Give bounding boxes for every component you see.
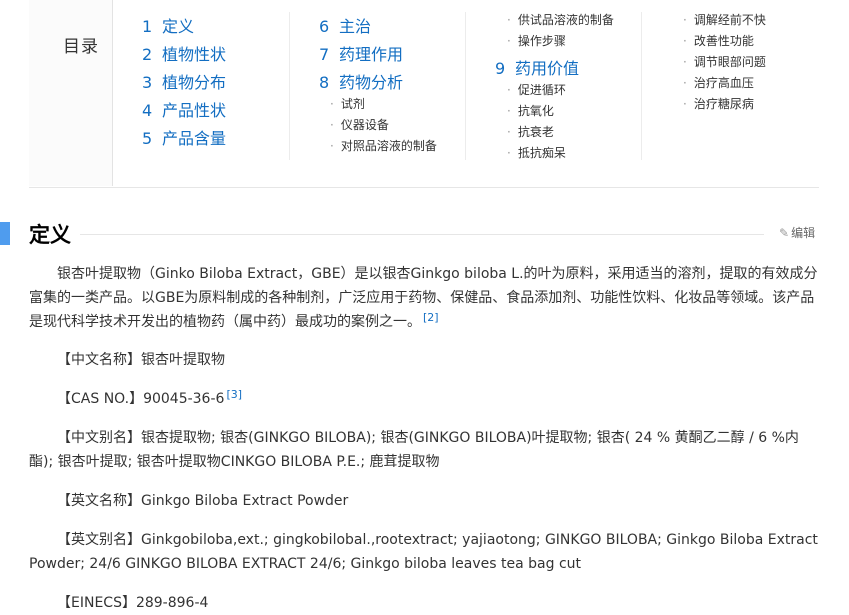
section-accent-bar <box>0 222 10 245</box>
toc-subitem-premenstrual[interactable]: · 调解经前不快 <box>683 12 766 28</box>
toc-item-product-traits[interactable]: 4 产品性状 <box>142 101 226 121</box>
toc-subitem-antioxidant[interactable]: · 抗氧化 <box>507 103 554 119</box>
intro-paragraph: 银杏叶提取物（Ginko Biloba Extract，GBE）是以银杏Gink… <box>29 266 818 330</box>
toc-subitem-anti-dementia[interactable]: · 抵抗痴呆 <box>507 145 566 161</box>
toc-item-indications[interactable]: 6 主治 <box>319 17 371 37</box>
pencil-icon: ✎ <box>779 226 790 240</box>
toc-item-definition[interactable]: 1 定义 <box>142 17 194 37</box>
toc-title: 目录 <box>63 37 99 57</box>
toc-subitem-reagents[interactable]: · 试剂 <box>330 96 365 112</box>
toc-subitem-procedure[interactable]: · 操作步骤 <box>507 33 566 49</box>
chinese-alias-line: 【中文别名】银杏提取物; 银杏(GINKGO BILOBA); 银杏(GINKG… <box>29 430 799 470</box>
citation-link[interactable]: [3] <box>226 388 242 401</box>
toc-item-medicinal-value[interactable]: 9 药用价值 <box>495 59 579 79</box>
toc-item-pharmacology[interactable]: 7 药理作用 <box>319 45 403 65</box>
english-name-line: 【英文名称】Ginkgo Biloba Extract Powder <box>57 493 349 509</box>
toc-item-drug-analysis[interactable]: 8 药物分析 <box>319 73 403 93</box>
toc-item-plant-traits[interactable]: 2 植物性状 <box>142 45 226 65</box>
einecs-line: 【EINECS】289-896-4 <box>57 595 209 611</box>
toc-item-product-content[interactable]: 5 产品含量 <box>142 129 226 149</box>
section-divider <box>80 234 764 235</box>
toc-item-plant-distribution[interactable]: 3 植物分布 <box>142 73 226 93</box>
toc-subitem-hypertension[interactable]: · 治疗高血压 <box>683 75 754 91</box>
toc-column-divider <box>289 12 290 160</box>
toc-subitem-test-solution[interactable]: · 供试品溶液的制备 <box>507 12 614 28</box>
toc-subitem-anti-aging[interactable]: · 抗衰老 <box>507 124 554 140</box>
cas-number-line: 【CAS NO.】90045-36-6 [3] <box>57 388 243 407</box>
toc-subitem-sexual-function[interactable]: · 改善性功能 <box>683 33 754 49</box>
chinese-name-line: 【中文名称】银杏叶提取物 <box>57 352 225 368</box>
toc-subitem-reference-solution[interactable]: · 对照品溶液的制备 <box>330 138 437 154</box>
toc-subitem-diabetes[interactable]: · 治疗糖尿病 <box>683 96 754 112</box>
toc-subitem-circulation[interactable]: · 促进循环 <box>507 82 566 98</box>
table-of-contents: 目录 1 定义 2 植物性状 3 植物分布 4 产品性状 5 产品含量 6 主治 7 药理作用… <box>29 0 819 188</box>
toc-subitem-eye-problems[interactable]: · 调节眼部问题 <box>683 54 766 70</box>
toc-subitem-instruments[interactable]: · 仪器设备 <box>330 117 389 133</box>
toc-column-divider <box>465 12 466 160</box>
citation-link[interactable]: [2] <box>423 311 439 324</box>
section-title: 定义 <box>29 223 71 247</box>
toc-column-divider <box>641 12 642 160</box>
toc-sidebar: 目录 <box>29 0 113 186</box>
edit-button[interactable]: ✎ 编辑 <box>779 225 815 241</box>
english-alias-line: 【英文别名】Ginkgobiloba,ext.; gingkobilobal.,… <box>29 532 818 572</box>
